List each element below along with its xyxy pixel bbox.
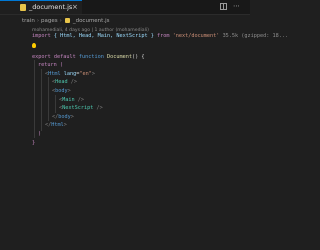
code-line-8: <Main /> [59, 97, 84, 103]
indent-guide [48, 77, 49, 121]
breadcrumb-item-pages[interactable]: pages [41, 18, 58, 24]
indent-guide [41, 69, 42, 131]
lightbulb-icon[interactable] [32, 43, 36, 48]
code-line-6: <Head /> [52, 79, 77, 85]
close-icon[interactable]: × [72, 3, 78, 11]
breadcrumb-item-train[interactable]: train [22, 18, 35, 24]
code-line-9: <NextScript /> [59, 105, 103, 111]
code-line-4: return ( [38, 62, 63, 68]
code-line-1: import { Html, Head, Main, NextScript } … [32, 33, 289, 39]
code-editor[interactable]: mohamediali, 4 days ago | 1 author (moha… [0, 26, 288, 250]
more-actions-icon[interactable]: ⋯ [233, 2, 240, 10]
code-line-13: } [32, 140, 36, 146]
javascript-file-icon [64, 18, 70, 23]
breadcrumb: train › pages › _document.js [22, 16, 109, 25]
indent-guide [55, 95, 56, 113]
code-line-12: ) [38, 131, 42, 137]
tab-document-js[interactable]: _document.js × [0, 0, 82, 14]
tab-bar: _document.js × ⋯ [0, 0, 250, 15]
code-line-7: <body> [52, 88, 71, 94]
code-line-10: </body> [52, 114, 74, 120]
import-cost-hint: 35.5k (gzipped: 18... [222, 33, 289, 39]
code-line-5: <Html lang="en"> [45, 71, 95, 77]
javascript-file-icon [20, 4, 26, 11]
chevron-right-icon: › [36, 17, 40, 24]
breadcrumb-item-file[interactable]: _document.js [73, 18, 110, 24]
chevron-right-icon: › [59, 17, 62, 24]
indent-guide [34, 60, 35, 138]
tab-label: _document.js [29, 3, 73, 11]
code-line-11: </Html> [45, 122, 67, 128]
code-line-3: export default function Document() { [32, 54, 145, 60]
split-editor-icon[interactable] [220, 3, 227, 10]
editor-actions: ⋯ [220, 2, 240, 10]
